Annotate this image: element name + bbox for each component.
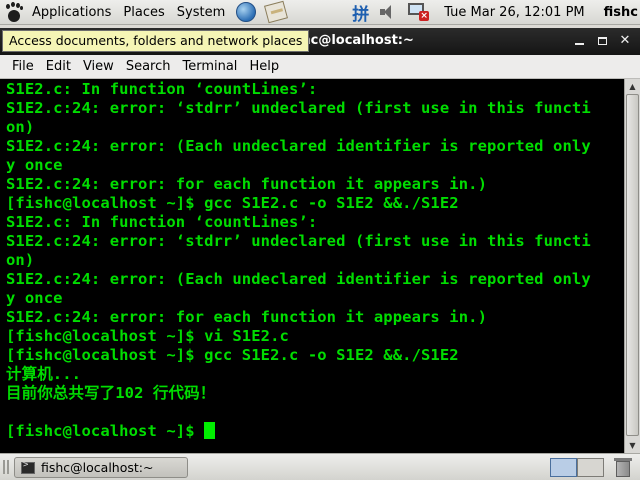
notification-area: 拼 × Tue Mar 26, 12:01 PM fishc	[347, 0, 640, 25]
workspace-1[interactable]	[550, 458, 577, 477]
terminal-line: [fishc@localhost ~]$ vi S1E2.c	[6, 327, 289, 345]
terminal-line: y once	[6, 289, 63, 307]
terminal-line: S1E2.c:24: error: (Each undeclared ident…	[6, 137, 591, 155]
scroll-down-arrow-icon[interactable]: ▼	[625, 438, 640, 453]
close-button[interactable]: ✕	[616, 33, 634, 49]
web-browser-icon[interactable]	[234, 1, 258, 23]
menu-file[interactable]: File	[6, 55, 40, 79]
taskbar-terminal-button[interactable]: fishc@localhost:~	[14, 457, 188, 478]
minimize-button[interactable]	[570, 33, 588, 49]
terminal-prompt: [fishc@localhost ~]$	[6, 422, 205, 440]
user-menu[interactable]: fishc	[604, 0, 638, 25]
workspace-switcher	[550, 458, 604, 477]
top-panel: Applications Places System 拼 × Tue Mar 2…	[0, 0, 640, 25]
terminal-prompt-line: [fishc@localhost ~]$	[6, 422, 618, 441]
text-cursor	[204, 422, 216, 439]
show-desktop-button[interactable]	[3, 460, 9, 474]
places-menu[interactable]: Places	[117, 0, 170, 25]
terminal-line: y once	[6, 156, 63, 174]
terminal-line: S1E2.c:24: error: for each function it a…	[6, 175, 488, 193]
menu-help[interactable]: Help	[243, 55, 285, 79]
terminal-window: fishc@localhost:~ ✕ File Edit View Searc…	[0, 28, 640, 453]
network-disconnected-icon[interactable]: ×	[407, 0, 430, 25]
trash-icon[interactable]	[614, 458, 632, 477]
menu-terminal[interactable]: Terminal	[176, 55, 243, 79]
terminal-output[interactable]: S1E2.c: In function ‘countLines’: S1E2.c…	[6, 80, 618, 450]
terminal-line: 计算机...	[6, 365, 82, 383]
terminal-line: [fishc@localhost ~]$ gcc S1E2.c -o S1E2 …	[6, 346, 459, 364]
terminal-line: [fishc@localhost ~]$ gcc S1E2.c -o S1E2 …	[6, 194, 459, 212]
terminal-area[interactable]: S1E2.c: In function ‘countLines’: S1E2.c…	[0, 79, 640, 453]
scrollbar-thumb[interactable]	[626, 94, 639, 436]
maximize-button[interactable]	[593, 33, 611, 49]
scroll-up-arrow-icon[interactable]: ▲	[625, 79, 640, 94]
menubar: File Edit View Search Terminal Help	[0, 55, 640, 79]
menu-view[interactable]: View	[77, 55, 120, 79]
terminal-line: S1E2.c:24: error: for each function it a…	[6, 308, 488, 326]
terminal-line: S1E2.c:24: error: (Each undeclared ident…	[6, 270, 591, 288]
taskbar-label: fishc@localhost:~	[41, 460, 154, 475]
vertical-scrollbar[interactable]: ▲ ▼	[624, 79, 640, 453]
terminal-line: on)	[6, 251, 35, 269]
terminal-line: 目前你总共写了102 行代码！	[6, 384, 216, 402]
menu-edit[interactable]: Edit	[40, 55, 77, 79]
terminal-line: S1E2.c:24: error: ‘stdrr’ undeclared (fi…	[6, 99, 591, 117]
system-menu[interactable]: System	[171, 0, 231, 25]
terminal-line: S1E2.c: In function ‘countLines’:	[6, 80, 318, 98]
volume-icon[interactable]	[379, 0, 397, 25]
terminal-line: on)	[6, 118, 35, 136]
workspace-2[interactable]	[577, 458, 604, 477]
terminal-line: S1E2.c: In function ‘countLines’:	[6, 213, 318, 231]
terminal-line: S1E2.c:24: error: ‘stdrr’ undeclared (fi…	[6, 232, 591, 250]
terminal-icon	[21, 460, 35, 474]
clock[interactable]: Tue Mar 26, 12:01 PM	[444, 0, 584, 25]
text-editor-icon[interactable]	[264, 0, 289, 24]
menu-search[interactable]: Search	[120, 55, 177, 79]
applications-menu[interactable]: Applications	[26, 0, 117, 25]
bottom-panel: fishc@localhost:~	[0, 453, 640, 480]
gnome-foot-icon[interactable]	[4, 1, 26, 23]
input-method-icon[interactable]: 拼	[352, 0, 369, 25]
places-tooltip: Access documents, folders and network pl…	[2, 30, 310, 52]
